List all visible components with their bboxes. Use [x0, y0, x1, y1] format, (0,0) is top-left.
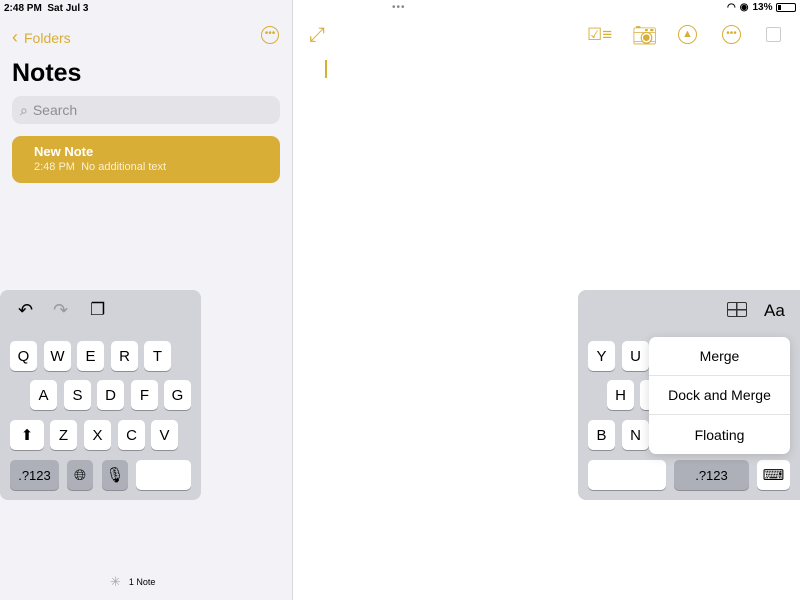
key-g[interactable]: G — [164, 380, 191, 410]
table-icon[interactable] — [727, 302, 747, 317]
undo-icon[interactable]: ↶ — [18, 300, 33, 321]
shift-icon: ⬆ — [20, 427, 34, 444]
format-button[interactable]: Aa — [764, 301, 785, 321]
loading-spinner-icon: ✳ — [110, 574, 121, 589]
more-icon[interactable]: ••• — [722, 25, 741, 44]
keyboard-hide-icon: ⌨ — [762, 467, 785, 484]
globe-icon: 🌐︎ — [73, 466, 86, 484]
key-a[interactable]: A — [30, 380, 57, 410]
key-z[interactable]: Z — [50, 420, 77, 450]
multitasking-dots-icon[interactable]: ••• — [392, 2, 406, 13]
note-count: ✳ 1 Note — [110, 574, 156, 589]
search-icon: ⌕ — [20, 101, 28, 118]
camera-icon[interactable]: 📷︎ — [632, 23, 657, 48]
folders-back-button[interactable]: ‹ Folders — [12, 27, 71, 48]
search-input[interactable]: ⌕ Search — [12, 96, 280, 124]
keyboard-dismiss-key[interactable]: ⌨ — [757, 460, 790, 490]
chevron-left-icon: ‹ — [12, 27, 18, 47]
key-r[interactable]: R — [111, 341, 138, 371]
globe-key[interactable]: 🌐︎ — [67, 460, 93, 490]
space-key-left[interactable] — [136, 460, 191, 490]
space-key-right[interactable] — [588, 460, 666, 490]
key-e[interactable]: E — [77, 341, 104, 371]
compose-icon[interactable] — [766, 27, 781, 42]
battery-icon — [776, 3, 797, 12]
orientation-lock-icon: ◉ — [739, 2, 749, 13]
menu-item-merge[interactable]: Merge — [649, 337, 790, 376]
key-x[interactable]: X — [84, 420, 111, 450]
page-title: Notes — [12, 59, 82, 87]
status-time: 2:48 PM Sat Jul 3 — [4, 3, 89, 14]
expand-icon[interactable]: ⤢ — [309, 24, 325, 47]
numbers-key-right[interactable]: .?123 — [674, 460, 749, 490]
menu-item-dock-and-merge[interactable]: Dock and Merge — [649, 376, 790, 415]
numbers-key[interactable]: .?123 — [10, 460, 59, 490]
key-b[interactable]: B — [588, 420, 615, 450]
key-h[interactable]: H — [607, 380, 634, 410]
markup-pen-icon[interactable]: ▲ — [678, 25, 697, 44]
key-q[interactable]: Q — [10, 341, 37, 371]
paste-icon[interactable]: ❐ — [90, 300, 105, 320]
keyboard-left-half: ↶ ↷ ❐ Q W E R T A S D F G ⬆ Z X C V .?12… — [0, 290, 201, 500]
microphone-icon: 🎙︎ — [105, 467, 125, 484]
key-f[interactable]: F — [131, 380, 158, 410]
menu-item-floating[interactable]: Floating — [649, 415, 790, 454]
checklist-icon[interactable]: ☑≡ — [587, 25, 612, 45]
dictation-key[interactable]: 🎙︎ — [102, 460, 128, 490]
status-right: ◠ ◉ 13% — [727, 2, 797, 13]
key-v[interactable]: V — [151, 420, 178, 450]
key-w[interactable]: W — [44, 341, 71, 371]
key-n[interactable]: N — [622, 420, 649, 450]
key-s[interactable]: S — [64, 380, 91, 410]
keyboard-options-menu: Merge Dock and Merge Floating — [649, 337, 790, 454]
key-u[interactable]: U — [622, 341, 649, 371]
shift-key[interactable]: ⬆ — [10, 420, 44, 450]
key-t[interactable]: T — [144, 341, 171, 371]
more-options-icon[interactable]: ••• — [261, 26, 279, 44]
note-list-item[interactable]: New Note 2:48 PM No additional text — [12, 136, 280, 183]
key-c[interactable]: C — [118, 420, 145, 450]
wifi-icon: ◠ — [727, 2, 736, 13]
key-y[interactable]: Y — [588, 341, 615, 371]
text-cursor[interactable] — [325, 60, 327, 78]
key-d[interactable]: D — [97, 380, 124, 410]
redo-icon[interactable]: ↷ — [53, 300, 68, 321]
